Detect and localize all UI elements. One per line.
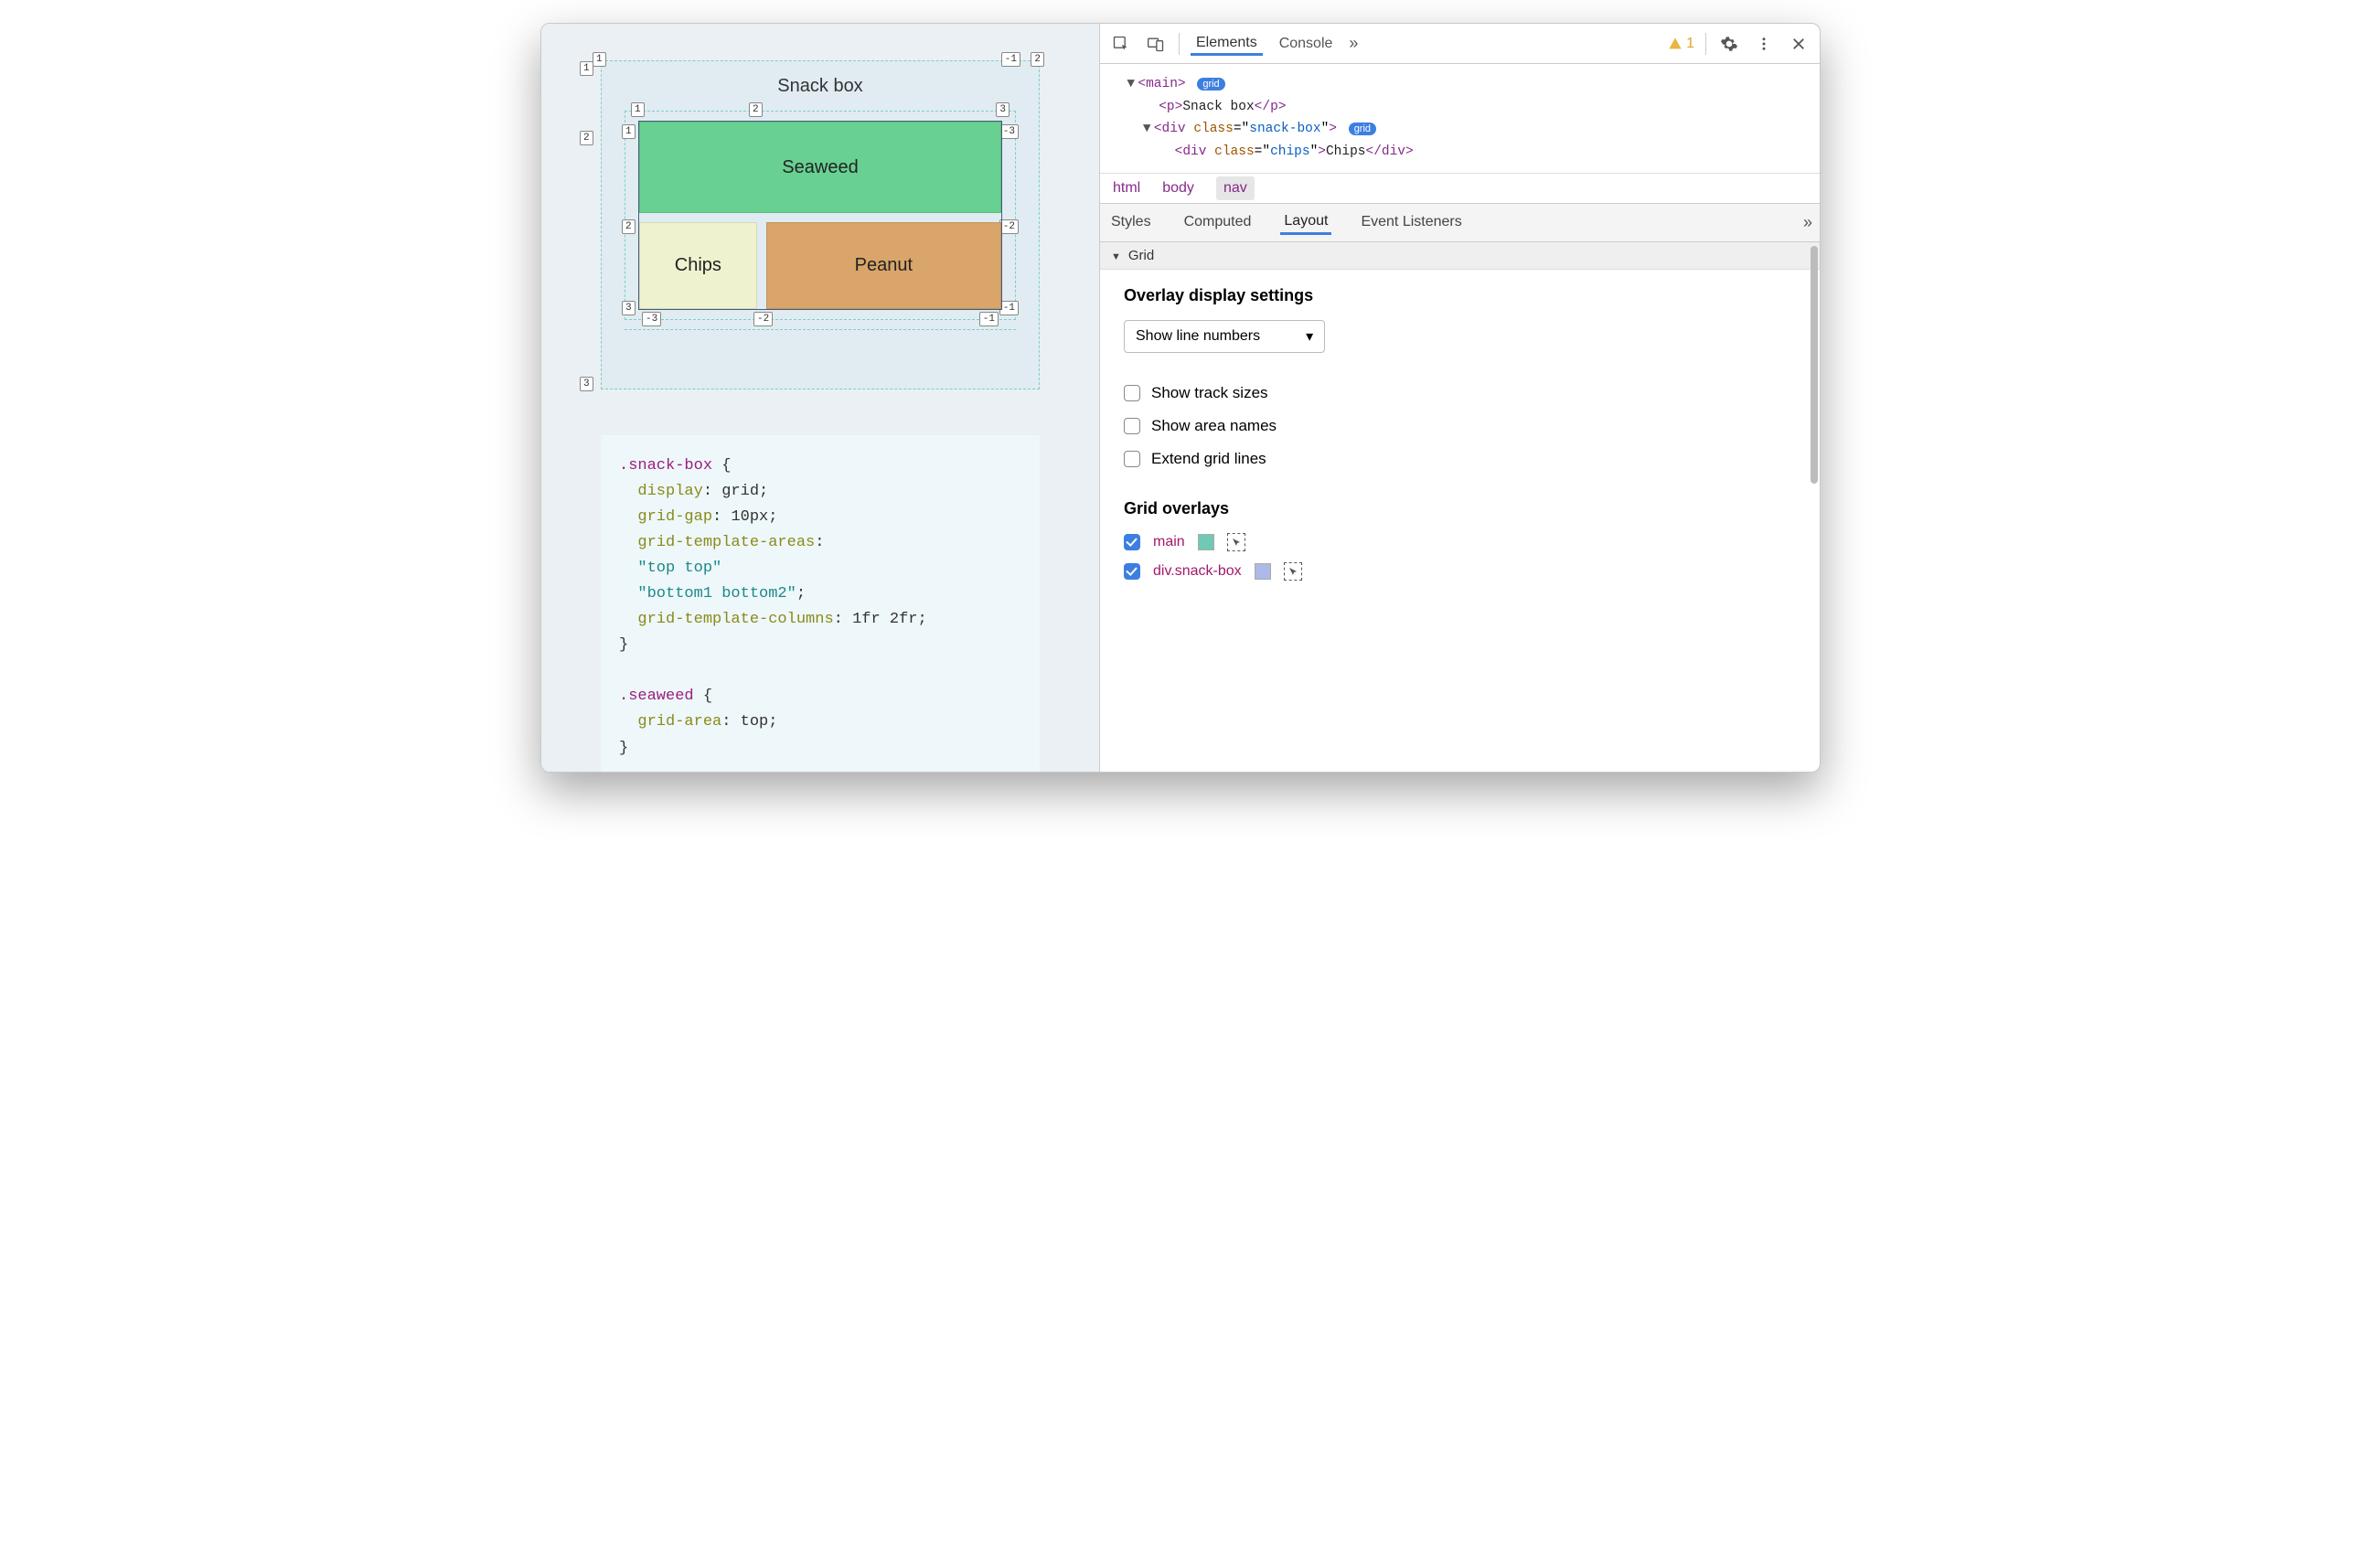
gear-icon[interactable] [1717,32,1741,56]
viewport-pane: 1 -1 2 1 2 3 Snack box 1 2 3 1 2 3 -3 [541,24,1099,772]
dom-node-chips[interactable]: <div class="chips">Chips</div> [1111,141,1809,164]
dom-node-snack-box[interactable]: ▼<div class="snack-box"> grid [1111,118,1809,141]
grid-badge[interactable]: grid [1349,123,1376,135]
outer-grid-overlay: 1 2 3 1 2 3 -3 -2 -1 -3 -2 -1 Sea [625,111,1016,320]
checkbox-icon[interactable] [1124,385,1140,401]
checkbox-show-track-sizes[interactable]: Show track sizes [1124,384,1796,402]
grid-cell-seaweed: Seaweed [639,122,1001,213]
breadcrumb-nav[interactable]: nav [1216,176,1255,200]
checkbox-icon[interactable] [1124,534,1140,550]
grid-line-label: 2 [749,102,763,117]
warnings-count: 1 [1686,36,1694,52]
more-tabs-icon[interactable]: » [1349,34,1358,53]
tab-console[interactable]: Console [1274,32,1339,56]
checkbox-icon[interactable] [1124,451,1140,467]
grid-overlays-heading: Grid overlays [1124,499,1796,518]
devtools-panel: Elements Console » 1 ▼<main> grid <p>Sna… [1099,24,1820,772]
grid-line-label: 2 [622,219,636,234]
grid-line-label: -3 [642,312,661,326]
scrollbar[interactable] [1811,246,1818,484]
grid-badge[interactable]: grid [1197,78,1224,91]
dom-node-p[interactable]: <p>Snack box</p> [1111,96,1809,119]
subtab-event-listeners[interactable]: Event Listeners [1357,210,1465,234]
overlay-settings-heading: Overlay display settings [1124,286,1796,305]
grid-line-label: 2 [1031,52,1044,67]
device-toggle-icon[interactable] [1144,32,1168,56]
overlay-selector-label: div.snack-box [1153,563,1242,580]
checkbox-icon[interactable] [1124,418,1140,434]
checkbox-extend-grid-lines[interactable]: Extend grid lines [1124,450,1796,468]
checkbox-icon[interactable] [1124,563,1140,580]
grid-line-label: 3 [622,301,636,315]
divider [1705,33,1706,55]
kebab-icon[interactable] [1752,32,1776,56]
grid-line-label: -2 [753,312,773,326]
grid-line-label: 2 [580,131,593,145]
grid-line-label: 3 [996,102,1010,117]
checkbox-label: Show area names [1151,417,1277,435]
subtab-styles[interactable]: Styles [1107,210,1155,234]
close-icon[interactable] [1787,32,1811,56]
color-swatch[interactable] [1198,534,1214,550]
grid-line-label: 1 [593,52,606,67]
more-subtabs-icon[interactable]: » [1803,213,1812,232]
breadcrumb: html body nav [1100,173,1820,204]
highlight-icon[interactable] [1227,533,1245,551]
grid-line-label: -1 [979,312,999,326]
tab-elements[interactable]: Elements [1191,31,1263,56]
overlay-mode-dropdown[interactable]: Show line numbers ▾ [1124,320,1325,353]
dom-tree[interactable]: ▼<main> grid <p>Snack box</p> ▼<div clas… [1100,64,1820,173]
grid-cell-peanut: Peanut [766,222,1001,309]
inspect-icon[interactable] [1109,32,1133,56]
overlay-display-settings: Overlay display settings Show line numbe… [1100,270,1820,499]
chevron-down-icon: ▾ [1306,327,1313,346]
checkbox-label: Extend grid lines [1151,450,1266,468]
checkbox-show-area-names[interactable]: Show area names [1124,417,1796,435]
page-title: Snack box [625,76,1016,97]
grid-line-label: -1 [1001,52,1020,67]
color-swatch[interactable] [1255,563,1271,580]
grid-line-label: 3 [580,377,593,391]
styles-subtabs: Styles Computed Layout Event Listeners » [1100,204,1820,242]
grid-section-header[interactable]: Grid [1100,242,1820,270]
grid-line-label: 1 [631,102,645,117]
layout-panel: Grid Overlay display settings Show line … [1100,242,1820,772]
grid-overlay-item-snack-box[interactable]: div.snack-box [1124,562,1796,581]
grid-overlay-item-main[interactable]: main [1124,533,1796,551]
dropdown-selected: Show line numbers [1136,328,1260,345]
overlay-selector-label: main [1153,534,1185,550]
rendered-page: 1 -1 2 1 2 3 Snack box 1 2 3 1 2 3 -3 [601,60,1040,389]
grid-cell-chips: Chips [639,222,757,309]
breadcrumb-html[interactable]: html [1113,180,1140,197]
checkbox-label: Show track sizes [1151,384,1268,402]
css-source-view: .snack-box { display: grid; grid-gap: 10… [601,435,1040,773]
subtab-layout[interactable]: Layout [1280,209,1331,235]
grid-overlays-section: Grid overlays main div.snack-box [1100,499,1820,608]
grid-line-label: 1 [622,124,636,139]
highlight-icon[interactable] [1284,562,1302,581]
warnings-badge[interactable]: 1 [1668,36,1694,52]
breadcrumb-body[interactable]: body [1162,180,1194,197]
divider [1179,33,1180,55]
devtools-toolbar: Elements Console » 1 [1100,24,1820,64]
subtab-computed[interactable]: Computed [1180,210,1255,234]
dom-node-main[interactable]: ▼<main> grid [1111,73,1809,96]
devtools-window: 1 -1 2 1 2 3 Snack box 1 2 3 1 2 3 -3 [540,23,1821,773]
grid-line-label: 1 [580,61,593,76]
snack-box-grid: Seaweed Chips Peanut [638,121,1002,310]
